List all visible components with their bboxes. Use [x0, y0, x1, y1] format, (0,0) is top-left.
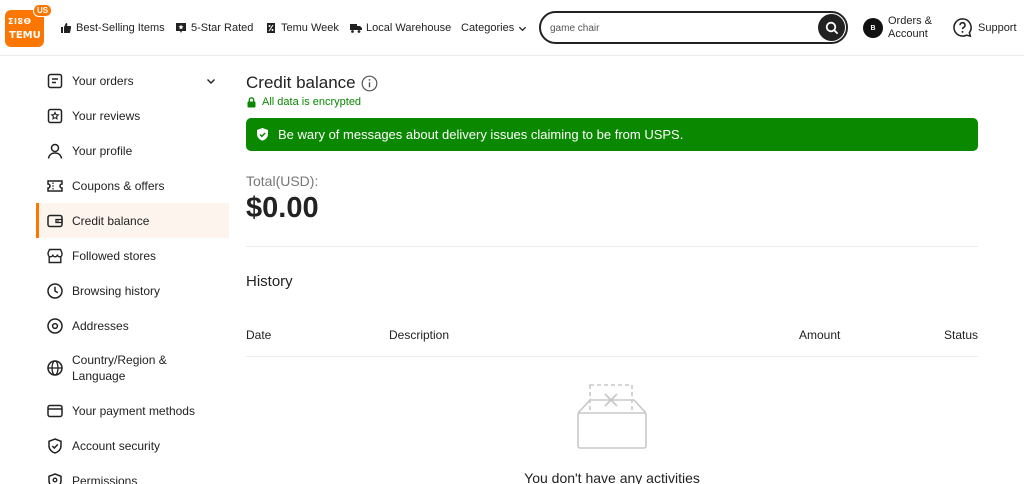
nav-label: Categories: [461, 22, 515, 34]
search-input[interactable]: [550, 19, 810, 37]
sidebar-item-label: Your payment methods: [72, 403, 195, 418]
truck-icon: [350, 24, 362, 33]
sidebar-item-label: Your profile: [72, 143, 133, 158]
sidebar-item-label: Browsing history: [72, 283, 161, 298]
sidebar-item-payment-methods[interactable]: Your payment methods: [36, 393, 229, 428]
region-badge: US: [33, 4, 53, 17]
empty-box-icon: [577, 384, 647, 449]
divider: [246, 356, 978, 357]
chevron-down-icon: [519, 26, 527, 31]
globe-icon: [47, 360, 63, 376]
coupon-icon: [47, 179, 63, 192]
top-header: ⵉⵏⵓⴱ TEMU US Best-Selling Items 5-Star R…: [0, 0, 1024, 56]
sidebar-item-followed-stores[interactable]: Followed stores: [36, 238, 229, 273]
sidebar-item-label: Country/Region & Language: [72, 353, 167, 383]
usps-warning-banner: Be wary of messages about delivery issue…: [246, 118, 978, 151]
avatar-letter: B: [870, 24, 876, 32]
nav-temu-week[interactable]: Temu Week: [265, 20, 339, 36]
lock-icon: [247, 96, 256, 107]
nav-label: Temu Week: [281, 22, 339, 34]
sidebar-item-browsing-history[interactable]: Browsing history: [36, 273, 229, 308]
sidebar-item-reviews[interactable]: Your reviews: [36, 98, 229, 133]
divider: [246, 246, 978, 247]
sidebar-item-country-language[interactable]: Country/Region & Language: [36, 343, 229, 393]
sidebar-item-addresses[interactable]: Addresses: [36, 308, 229, 343]
nav-label: Local Warehouse: [366, 22, 452, 34]
avatar: B: [863, 18, 883, 38]
encryption-text: All data is encrypted: [262, 96, 362, 108]
sidebar-item-account-security[interactable]: Account security: [36, 428, 229, 463]
support-label: Support: [978, 21, 1017, 34]
sidebar-item-label: Addresses: [72, 318, 129, 333]
account-sidebar: Your orders Your reviews Your profile Co…: [36, 63, 229, 484]
total-value: $0.00: [246, 192, 319, 224]
nav-label: Best-Selling Items: [76, 22, 165, 34]
banner-text: Be wary of messages about delivery issue…: [278, 127, 684, 142]
clock-icon: [47, 282, 63, 299]
star-chat-icon: [176, 23, 186, 33]
sidebar-item-orders[interactable]: Your orders: [36, 63, 229, 98]
total-label: Total(USD):: [246, 173, 319, 189]
shield-check-icon: [257, 128, 268, 141]
sidebar-item-label: Your reviews: [72, 108, 141, 123]
permissions-icon: [48, 472, 62, 484]
column-status: Status: [944, 328, 979, 342]
column-description: Description: [389, 328, 450, 342]
sidebar-item-label: Credit balance: [72, 213, 150, 228]
encryption-notice: All data is encrypted: [246, 96, 361, 108]
chevron-down-icon[interactable]: [206, 76, 216, 86]
store-icon: [47, 248, 63, 263]
column-amount: Amount: [799, 328, 841, 342]
shield-icon: [48, 437, 62, 454]
support-link[interactable]: Support: [952, 17, 1017, 38]
sidebar-item-label: Your orders: [72, 73, 134, 88]
search-bar: [539, 11, 848, 44]
orders-icon: [47, 73, 63, 88]
nav-categories[interactable]: Categories: [461, 20, 527, 36]
location-icon: [47, 317, 63, 334]
history-title: History: [246, 273, 293, 290]
sidebar-item-permissions[interactable]: Permissions: [36, 463, 229, 484]
reviews-icon: [47, 108, 63, 123]
nav-best-selling[interactable]: Best-Selling Items: [60, 20, 165, 36]
sidebar-item-label: Account security: [72, 438, 161, 453]
orders-account-menu[interactable]: B Orders & Account: [863, 15, 938, 41]
sidebar-item-profile[interactable]: Your profile: [36, 133, 229, 168]
sidebar-item-coupons[interactable]: Coupons & offers: [36, 168, 229, 203]
nav-label: 5-Star Rated: [191, 22, 254, 34]
sidebar-item-label: Coupons & offers: [72, 178, 165, 193]
logo-text: TEMU: [9, 30, 41, 41]
thumbs-up-icon: [61, 23, 72, 33]
nav-local-warehouse[interactable]: Local Warehouse: [350, 20, 451, 36]
sidebar-item-label: Followed stores: [72, 248, 157, 263]
page-title: Credit balance: [246, 73, 356, 92]
temu-logo[interactable]: ⵉⵏⵓⴱ TEMU US: [5, 4, 53, 47]
help-chat-icon: [953, 18, 972, 38]
card-icon: [47, 404, 63, 417]
profile-icon: [47, 143, 63, 159]
wallet-icon: [47, 214, 63, 227]
percent-tag-icon: [267, 23, 275, 33]
logo-mark: ⵉⵏⵓⴱ: [8, 17, 32, 26]
column-date: Date: [246, 328, 272, 342]
title-row: Credit balance: [246, 73, 378, 93]
sidebar-item-credit-balance[interactable]: Credit balance: [36, 203, 229, 238]
nav-five-star[interactable]: 5-Star Rated: [175, 20, 253, 36]
orders-account-label: Orders & Account: [888, 15, 933, 40]
search-icon: [825, 21, 838, 34]
empty-state-text: You don't have any activities: [524, 470, 700, 484]
info-icon[interactable]: [361, 75, 378, 92]
search-button[interactable]: [818, 14, 845, 41]
sidebar-item-label: Permissions: [72, 473, 138, 484]
